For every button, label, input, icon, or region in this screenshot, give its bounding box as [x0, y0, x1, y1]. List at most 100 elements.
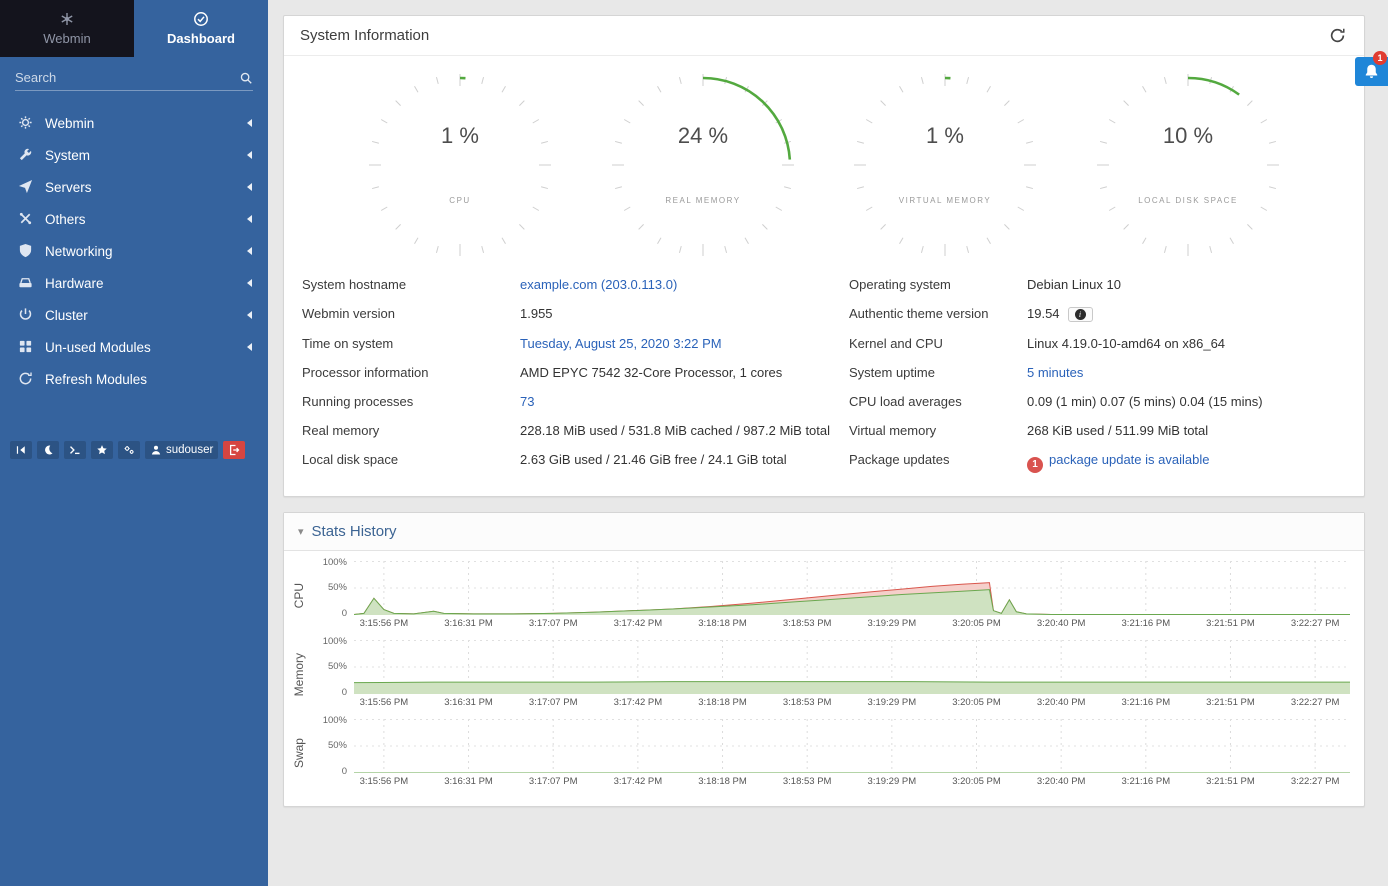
gauge-cpu: 1 %CPU — [365, 70, 555, 260]
sidebar-item-cluster[interactable]: Cluster — [0, 299, 268, 331]
tools-icon — [18, 211, 34, 227]
info-value-processor-information: AMD EPYC 7542 32-Core Processor, 1 cores — [520, 365, 839, 380]
main-content: System Information 1 %CPU24 %REAL MEMORY… — [268, 0, 1388, 886]
info-label-kernel-and-cpu: Kernel and CPU — [849, 336, 1017, 351]
x-axis-label: 3:19:29 PM — [868, 618, 917, 629]
svg-text:1 %: 1 % — [926, 123, 964, 148]
tab-webmin-label: Webmin — [43, 31, 90, 46]
sidebar-item-label: Un-used Modules — [45, 340, 151, 355]
info-value-package-updates: 1package update is available — [1027, 452, 1346, 473]
info-label-cpu-load-averages: CPU load averages — [849, 394, 1017, 409]
info-value-system-uptime: 5 minutes — [1027, 365, 1346, 380]
system-information-header: System Information — [284, 16, 1364, 56]
sidebar-item-others[interactable]: Others — [0, 203, 268, 235]
search-input[interactable] — [15, 70, 239, 85]
chevron-left-icon — [247, 215, 252, 223]
sidebar-item-refresh-modules[interactable]: Refresh Modules — [0, 363, 268, 395]
refresh-icon[interactable] — [1327, 25, 1348, 46]
hdd-icon — [18, 275, 34, 291]
modules-icon — [18, 339, 34, 355]
gauge-local-disk-space: 10 %LOCAL DISK SPACE — [1093, 70, 1283, 260]
info-value-link[interactable]: 73 — [520, 394, 534, 409]
sidebar-search — [15, 70, 253, 91]
bell-icon — [1363, 63, 1380, 80]
moon-icon — [42, 444, 54, 456]
info-label-time-on-system: Time on system — [302, 336, 510, 351]
gauge-virtual-memory: 1 % VIRTUAL MEMORY — [850, 70, 1040, 260]
chart-axis-title: CPU — [288, 561, 310, 631]
x-axis-label: 3:17:42 PM — [614, 618, 663, 629]
x-axis: 3:15:56 PM3:16:31 PM3:17:07 PM3:17:42 PM… — [354, 694, 1350, 710]
collapse-sidebar-button[interactable] — [10, 441, 32, 459]
x-axis-label: 3:20:05 PM — [952, 776, 1001, 787]
sidebar-item-un-used-modules[interactable]: Un-used Modules — [0, 331, 268, 363]
chart-plot-area — [354, 719, 1350, 773]
info-label-real-memory: Real memory — [302, 423, 510, 438]
x-axis-label: 3:18:18 PM — [698, 697, 747, 708]
sidebar-item-system[interactable]: System — [0, 139, 268, 171]
chart-swap: Swap100%50%03:15:56 PM3:16:31 PM3:17:07 … — [288, 719, 1350, 789]
sidebar-item-hardware[interactable]: Hardware — [0, 267, 268, 299]
x-axis-label: 3:22:27 PM — [1291, 618, 1340, 629]
chevron-left-icon — [247, 311, 252, 319]
x-axis-label: 3:22:27 PM — [1291, 697, 1340, 708]
info-value-virtual-memory: 268 KiB used / 511.99 MiB total — [1027, 423, 1346, 438]
theme-settings-button[interactable] — [118, 441, 140, 459]
terminal-button[interactable] — [64, 441, 86, 459]
notifications-bell-button[interactable]: 1 — [1355, 57, 1388, 86]
info-value-link[interactable]: package update is available — [1049, 452, 1209, 467]
chevron-left-icon — [247, 247, 252, 255]
gauges-row: 1 %CPU24 %REAL MEMORY1 %VIRTUAL MEMORY10… — [284, 56, 1364, 264]
user-button[interactable]: sudouser — [145, 441, 218, 459]
search-icon[interactable] — [239, 71, 253, 85]
x-axis-label: 3:17:07 PM — [529, 618, 578, 629]
x-axis-label: 3:20:40 PM — [1037, 618, 1086, 629]
info-value-text: 228.18 MiB used / 531.8 MiB cached / 987… — [520, 423, 830, 438]
sidebar-item-label: Networking — [45, 244, 113, 259]
info-value-text: 2.63 GiB used / 21.46 GiB free / 24.1 Gi… — [520, 452, 787, 467]
sidebar-item-servers[interactable]: Servers — [0, 171, 268, 203]
theme-version-info-badge[interactable]: i — [1068, 307, 1093, 322]
info-icon: i — [1075, 309, 1086, 320]
x-axis-label: 3:16:31 PM — [444, 697, 493, 708]
chevron-left-icon — [247, 151, 252, 159]
sidebar: Webmin Dashboard WebminSystemServersOthe… — [0, 0, 268, 886]
sidebar-item-webmin[interactable]: Webmin — [0, 107, 268, 139]
info-label-webmin-version: Webmin version — [302, 306, 510, 322]
sidebar-item-label: Refresh Modules — [45, 372, 147, 387]
info-value-link[interactable]: Tuesday, August 25, 2020 3:22 PM — [520, 336, 722, 351]
x-axis-label: 3:18:18 PM — [698, 618, 747, 629]
chevron-left-icon — [247, 279, 252, 287]
x-axis-label: 3:20:05 PM — [952, 697, 1001, 708]
x-axis-label: 3:15:56 PM — [360, 697, 409, 708]
svg-text:LOCAL DISK SPACE: LOCAL DISK SPACE — [1138, 196, 1238, 205]
terminal-icon — [69, 444, 81, 456]
info-row: Running processes73CPU load averages0.09… — [302, 387, 1346, 416]
info-value-link[interactable]: 5 minutes — [1027, 365, 1083, 380]
chart-plot-area — [354, 640, 1350, 694]
paper-plane-icon — [18, 179, 34, 195]
y-axis-labels: 100%50%0 — [310, 640, 354, 694]
chevron-left-icon — [247, 119, 252, 127]
notification-count-badge: 1 — [1373, 51, 1387, 65]
stats-history-header[interactable]: ▾ Stats History — [284, 513, 1364, 551]
svg-text:VIRTUAL MEMORY: VIRTUAL MEMORY — [899, 196, 991, 205]
favorites-button[interactable] — [91, 441, 113, 459]
info-value-link[interactable]: example.com (203.0.113.0) — [520, 277, 677, 292]
chart-axis-title: Swap — [288, 719, 310, 789]
sidebar-item-networking[interactable]: Networking — [0, 235, 268, 267]
x-axis-label: 3:18:53 PM — [783, 697, 832, 708]
tab-webmin[interactable]: Webmin — [0, 0, 134, 57]
sidebar-item-label: Cluster — [45, 308, 88, 323]
x-axis-label: 3:20:40 PM — [1037, 776, 1086, 787]
x-axis-label: 3:20:05 PM — [952, 618, 1001, 629]
info-row: Local disk space2.63 GiB used / 21.46 Gi… — [302, 445, 1346, 480]
tab-dashboard[interactable]: Dashboard — [134, 0, 268, 57]
svg-text:REAL MEMORY: REAL MEMORY — [665, 196, 740, 205]
logout-button[interactable] — [223, 441, 245, 459]
info-value-kernel-and-cpu: Linux 4.19.0-10-amd64 on x86_64 — [1027, 336, 1346, 351]
dashboard-icon — [193, 11, 209, 27]
svg-text:CPU: CPU — [450, 196, 471, 205]
info-row: Real memory 228.18 MiB used / 531.8 MiB c… — [302, 416, 1346, 445]
night-mode-button[interactable] — [37, 441, 59, 459]
